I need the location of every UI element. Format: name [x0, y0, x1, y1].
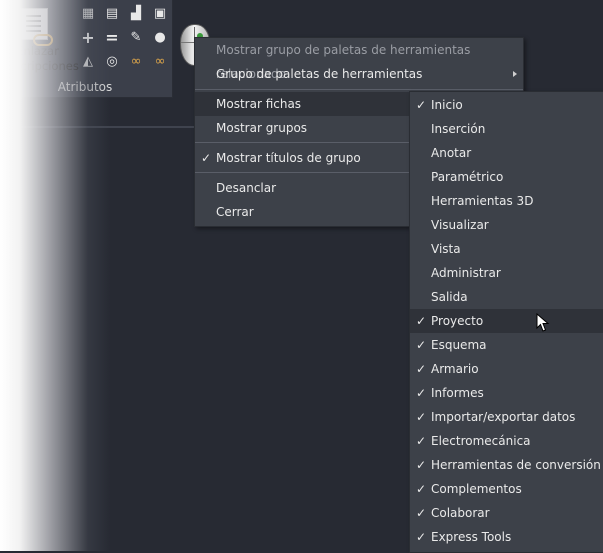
tab-toggle-visualizar[interactable]: Visualizar [410, 213, 603, 237]
tab-toggle-importar-exportar-datos[interactable]: ✓ Importar/exportar datos [410, 405, 603, 429]
checkmark-icon: ✓ [416, 530, 427, 544]
tab-toggle-informes[interactable]: ✓ Informes [410, 381, 603, 405]
checkmark-icon: ✓ [416, 482, 427, 496]
show-tabs-submenu: ✓ Inicio Inserción Anotar Paramétrico Herrami… [409, 91, 603, 553]
checkmark-icon: ✓ [416, 362, 427, 376]
mouse-pointer-icon [536, 313, 550, 332]
menu-item-show-related-palette-group[interactable]: Mostrar grupo de paletas de herramientas… [195, 38, 523, 81]
tab-toggle-esquema[interactable]: ✓ Esquema [410, 333, 603, 357]
checkmark-icon: ✓ [416, 386, 427, 400]
unlink-attribute-icon[interactable]: ∞ [152, 54, 168, 70]
attribute-table-icon[interactable]: ▦ [80, 6, 96, 22]
link-descriptions-button[interactable]: Enlazar descripciones [0, 6, 79, 76]
checkmark-icon: ✓ [416, 338, 427, 352]
attribute-copy-icon[interactable]: ▤ [104, 6, 120, 22]
tab-toggle-label: Salida [431, 290, 468, 304]
tab-toggle-label: Proyecto [431, 314, 484, 328]
tab-toggle-label: Informes [431, 386, 484, 400]
search-attribute-icon[interactable]: ◎ [104, 54, 120, 70]
checkmark-icon: ✓ [416, 314, 427, 328]
tab-toggle-electromecánica[interactable]: ✓ Electromecánica [410, 429, 603, 453]
tab-toggle-label: Administrar [431, 266, 501, 280]
checkmark-icon: ✓ [416, 506, 427, 520]
tab-toggle-express-tools[interactable]: ✓ Express Tools [410, 525, 603, 549]
chart-attribute-icon[interactable]: ◭ [80, 54, 96, 70]
tab-toggle-anotar[interactable]: Anotar [410, 141, 603, 165]
tab-toggle-label: Anotar [431, 146, 472, 160]
tab-toggle-complementos[interactable]: ✓ Complementos [410, 477, 603, 501]
tab-toggle-colaborar[interactable]: ✓ Colaborar [410, 501, 603, 525]
submenu-arrow-icon [513, 71, 517, 77]
tab-toggle-inserción[interactable]: Inserción [410, 117, 603, 141]
tab-toggle-inicio[interactable]: ✓ Inicio [410, 93, 603, 117]
tab-toggle-herramientas-de-conversión[interactable]: ✓ Herramientas de conversión [410, 453, 603, 477]
tab-toggle-label: Express Tools [431, 530, 512, 544]
tab-toggle-proyecto[interactable]: ✓ Proyecto [410, 309, 603, 333]
tab-toggle-label: Electromecánica [431, 434, 531, 448]
factory-icon[interactable]: ▟ [128, 6, 144, 22]
tab-toggle-label: Inicio [431, 98, 463, 112]
tab-toggle-herramientas-3d[interactable]: Herramientas 3D [410, 189, 603, 213]
panel-title: Atributos [57, 80, 113, 94]
tab-toggle-label: Colaborar [431, 506, 490, 520]
checkmark-icon: ✓ [416, 434, 427, 448]
link-attribute-icon[interactable]: ∞ [128, 54, 144, 70]
menu-separator [195, 89, 523, 90]
tab-toggle-label: Inserción [431, 122, 486, 136]
tab-toggle-label: Armario [431, 362, 479, 376]
tab-toggle-armario[interactable]: ✓ Armario [410, 357, 603, 381]
add-attribute-icon[interactable]: + [80, 30, 96, 46]
checkmark-icon: ✓ [416, 458, 427, 472]
tab-toggle-salida[interactable]: Salida [410, 285, 603, 309]
tab-toggle-label: Visualizar [431, 218, 489, 232]
user-attribute-icon[interactable]: ● [152, 30, 168, 46]
link-descriptions-label-1: Enlazar [16, 44, 59, 58]
tab-toggle-label: Paramétrico [431, 170, 504, 184]
edit-attribute-icon[interactable]: ✎ [128, 30, 144, 46]
equal-attribute-icon[interactable]: = [104, 30, 120, 46]
tab-toggle-label: Vista [431, 242, 461, 256]
link-descriptions-label-2: descripciones [0, 59, 79, 73]
tab-toggle-label: Complementos [431, 482, 522, 496]
tab-toggle-label: Herramientas 3D [431, 194, 534, 208]
tab-toggle-paramétrico[interactable]: Paramétrico [410, 165, 603, 189]
checkmark-icon: ✓ [416, 98, 427, 112]
checkmark-icon: ✓ [201, 151, 212, 165]
tab-toggle-vista[interactable]: Vista [410, 237, 603, 261]
menu-item-tool-palette-group[interactable]: Grupo de paletas de herramientas [195, 62, 523, 86]
tab-toggle-label: Esquema [431, 338, 487, 352]
ribbon-panel-atributos: Enlazar descripciones ▦ ▤ ▟ ▣ + = ✎ ● ◭ … [0, 0, 173, 98]
tab-toggle-label: Herramientas de conversión [431, 458, 601, 472]
block-attribute-icon[interactable]: ▣ [152, 6, 168, 22]
tab-toggle-administrar[interactable]: Administrar [410, 261, 603, 285]
checkmark-icon: ✓ [416, 410, 427, 424]
tab-toggle-label: Importar/exportar datos [431, 410, 576, 424]
